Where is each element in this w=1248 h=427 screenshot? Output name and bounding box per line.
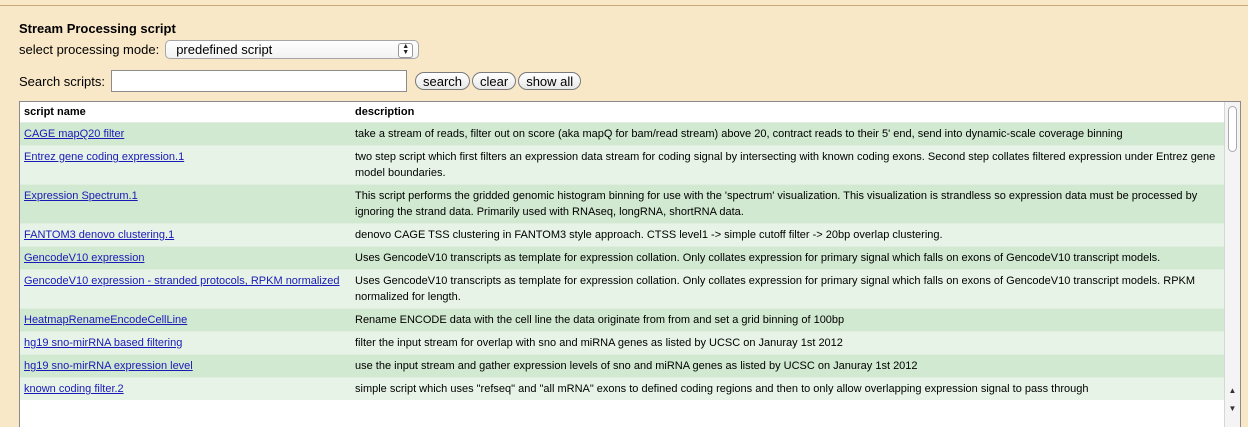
table-row: GencodeV10 expression - stranded protoco… <box>20 269 1224 308</box>
mode-selected-value: predefined script <box>176 41 273 57</box>
search-button[interactable]: search <box>414 72 471 90</box>
script-description: filter the input stream for overlap with… <box>355 337 843 349</box>
script-link[interactable]: Entrez gene coding expression.1 <box>24 151 184 163</box>
script-link[interactable]: FANTOM3 denovo clustering.1 <box>24 229 174 241</box>
script-description: two step script which first filters an e… <box>355 151 1216 179</box>
script-link[interactable]: CAGE mapQ20 filter <box>24 128 124 140</box>
search-input[interactable] <box>110 70 407 92</box>
column-header-description: description <box>355 106 415 118</box>
table-body: CAGE mapQ20 filter take a stream of read… <box>20 122 1224 400</box>
table-row: CAGE mapQ20 filter take a stream of read… <box>20 122 1224 145</box>
table-row: GencodeV10 expression Uses GencodeV10 tr… <box>20 246 1224 269</box>
scroll-up-arrow-icon[interactable]: ▲ <box>1225 384 1240 398</box>
table-row: HeatmapRenameEncodeCellLine Rename ENCOD… <box>20 308 1224 331</box>
vertical-scrollbar[interactable]: ▲ ▼ <box>1224 102 1240 427</box>
show-all-button[interactable]: show all <box>518 72 582 90</box>
page-title: Stream Processing script <box>19 21 176 36</box>
scrollbar-thumb[interactable] <box>1228 106 1237 152</box>
script-link[interactable]: known coding filter.2 <box>24 383 124 395</box>
script-description: denovo CAGE TSS clustering in FANTOM3 st… <box>355 229 943 241</box>
table-row: known coding filter.2 simple script whic… <box>20 377 1224 400</box>
column-header-script-name: script name <box>24 106 86 118</box>
table-row: FANTOM3 denovo clustering.1 denovo CAGE … <box>20 223 1224 246</box>
script-link[interactable]: HeatmapRenameEncodeCellLine <box>24 314 187 326</box>
table-row: Entrez gene coding expression.1 two step… <box>20 145 1224 184</box>
script-description: Uses GencodeV10 transcripts as template … <box>355 275 1196 303</box>
clear-button[interactable]: clear <box>472 72 517 90</box>
search-row: Search scripts: search clear show all <box>19 69 582 93</box>
script-description: simple script which uses "refseq" and "a… <box>355 383 1089 395</box>
table-header: script name description <box>20 102 1224 122</box>
processing-mode-select[interactable]: predefined script ▲ ▼ <box>165 39 420 59</box>
script-link[interactable]: hg19 sno-mirRNA expression level <box>24 360 193 372</box>
script-link[interactable]: GencodeV10 expression - stranded protoco… <box>24 275 340 287</box>
script-description: use the input stream and gather expressi… <box>355 360 918 372</box>
search-label: Search scripts: <box>19 73 105 89</box>
scripts-table-panel: script name description CAGE mapQ20 filt… <box>19 101 1241 427</box>
table-row: hg19 sno-mirRNA expression level use the… <box>20 354 1224 377</box>
script-description: Uses GencodeV10 transcripts as template … <box>355 252 1161 264</box>
scroll-down-arrow-icon[interactable]: ▼ <box>1225 402 1240 416</box>
script-description: This script performs the gridded genomic… <box>355 190 1198 218</box>
script-description: take a stream of reads, filter out on sc… <box>355 128 1123 140</box>
script-link[interactable]: hg19 sno-mirRNA based filtering <box>24 337 182 349</box>
table-row: hg19 sno-mirRNA based filtering filter t… <box>20 331 1224 354</box>
mode-row: select processing mode: predefined scrip… <box>19 39 420 59</box>
script-link[interactable]: Expression Spectrum.1 <box>24 190 138 202</box>
table-row: Expression Spectrum.1 This script perfor… <box>20 184 1224 223</box>
script-description: Rename ENCODE data with the cell line th… <box>355 314 845 326</box>
mode-label: select processing mode: <box>19 41 160 57</box>
script-link[interactable]: GencodeV10 expression <box>24 252 144 264</box>
select-arrows-icon: ▲ ▼ <box>398 42 414 58</box>
top-divider <box>0 5 1248 6</box>
